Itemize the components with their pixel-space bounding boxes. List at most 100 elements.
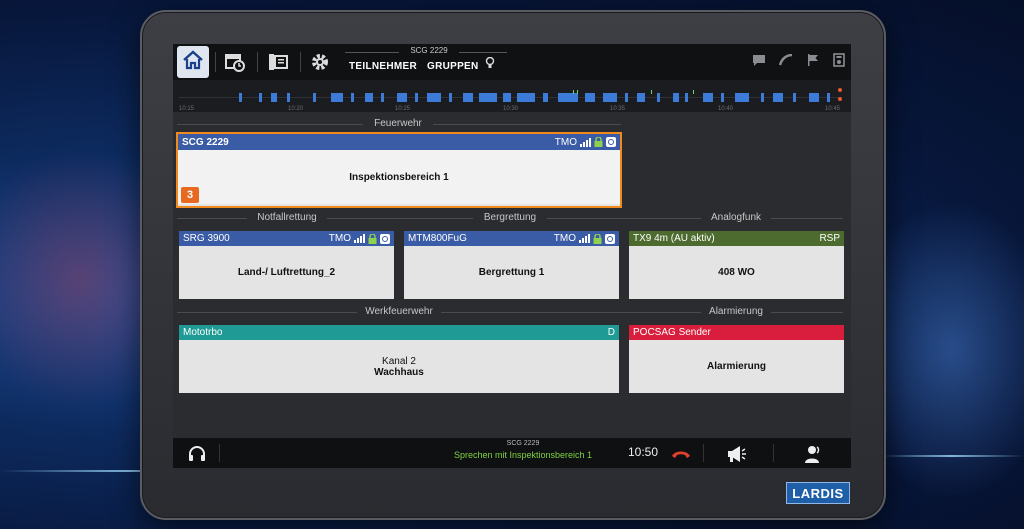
timeline-label: 10:25 (395, 106, 411, 112)
timeline-event (449, 93, 452, 102)
section-label-bergrettung: Bergrettung (473, 212, 547, 223)
timeline-label: 10:35 (610, 106, 626, 112)
timeline-event (239, 93, 242, 102)
timeline-label: 10:40 (718, 106, 734, 112)
timeline-event (558, 93, 578, 102)
card-title: SRG 3900 (183, 233, 230, 244)
person-speaking-icon[interactable] (801, 442, 825, 466)
message-icon[interactable] (753, 53, 765, 71)
timeline-label: 10:30 (503, 106, 519, 112)
call-time: 10:50 (628, 445, 659, 459)
timeline-event (827, 93, 830, 102)
background-streak (880, 455, 1024, 457)
timeline-event (761, 93, 764, 102)
timeline-marker (577, 90, 578, 94)
screen: SCG 2229 TEILNEHMER GRUPPEN 10:15 10:20 … (173, 44, 851, 468)
separator (300, 52, 301, 72)
settings-icon[interactable] (606, 137, 616, 147)
tab-teilnehmer[interactable]: TEILNEHMER (349, 61, 417, 72)
timeline-event (637, 93, 645, 102)
timeline-marker (651, 90, 652, 94)
phone-icon[interactable] (778, 53, 793, 71)
card-body: Land-/ Luftrettung_2 (179, 246, 394, 299)
hangup-icon[interactable] (669, 442, 693, 466)
contacts-icon[interactable] (266, 50, 290, 74)
card-title: MTM800FuG (408, 233, 467, 244)
lock-icon (593, 232, 602, 244)
timeline-event (351, 93, 354, 102)
timeline-event (365, 93, 373, 102)
card-srg-3900[interactable]: SRG 3900 TMO Land-/ Luftrettung_2 (179, 231, 394, 299)
timeline-label: 10:45 (825, 106, 841, 112)
timeline[interactable]: 10:15 10:20 10:25 10:30 10:35 10:40 10:4… (173, 80, 851, 112)
timeline-event (721, 93, 724, 102)
timeline-marker (573, 90, 574, 94)
timeline-event (287, 93, 290, 102)
card-mototrbo[interactable]: Mototrbo D Kanal 2 Wachhaus (179, 325, 619, 393)
timeline-event (503, 93, 511, 102)
timeline-event (381, 93, 384, 102)
section-label-analogfunk: Analogfunk (701, 212, 771, 223)
timeline-event (313, 93, 316, 102)
flag-icon[interactable] (807, 53, 819, 71)
card-header: Mototrbo D (179, 325, 619, 340)
card-tx9[interactable]: TX9 4m (AU aktiv) RSP 408 WO (629, 231, 844, 299)
card-header: POCSAG Sender (629, 325, 844, 340)
timeline-event (603, 93, 617, 102)
card-channel: Land-/ Luftrettung_2 (237, 267, 336, 278)
card-body: Bergrettung 1 (404, 246, 619, 299)
section-label-alarmierung: Alarmierung (701, 306, 771, 317)
timeline-event (331, 93, 343, 102)
timeline-event (657, 93, 660, 102)
timeline-event (259, 93, 262, 102)
timeline-event (585, 93, 595, 102)
timeline-label: 10:20 (288, 106, 304, 112)
lardis-logo: LARDIS (786, 482, 850, 504)
settings-icon[interactable] (605, 233, 615, 244)
separator (219, 444, 220, 462)
card-channel: Inspektionsbereich 1 (349, 171, 449, 183)
card-mtm800fug[interactable]: MTM800FuG TMO Bergrettung 1 (404, 231, 619, 299)
tab-gruppen[interactable]: GRUPPEN (427, 61, 479, 72)
group-title: SCG 2229 (399, 46, 459, 55)
calendar-clock-icon[interactable] (223, 50, 247, 74)
megaphone-icon[interactable] (724, 442, 748, 466)
card-header: TX9 4m (AU aktiv) RSP (629, 231, 844, 246)
signal-icon (579, 234, 590, 243)
signal-icon (354, 234, 365, 243)
card-header: MTM800FuG TMO (404, 231, 619, 246)
headset-icon[interactable] (185, 442, 209, 466)
network-type: D (607, 327, 615, 338)
separator (257, 52, 258, 72)
card-header: SCG 2229 TMO (178, 134, 620, 150)
card-body: 408 WO (629, 246, 844, 299)
card-title: Mototrbo (183, 327, 223, 338)
card-status: TMO (329, 232, 390, 244)
card-status: TMO (554, 232, 615, 244)
device-icon[interactable] (833, 52, 845, 72)
count-badge: 3 (181, 187, 199, 203)
lock-icon (368, 232, 377, 244)
section-label-feuerwehr: Feuerwehr (363, 118, 433, 129)
card-channel: Bergrettung 1 (478, 267, 545, 278)
timeline-event (397, 93, 407, 102)
bottom-bar: SCG 2229 Sprechen mit Inspektionsbereich… (173, 438, 851, 468)
separator (773, 444, 774, 462)
card-body: Kanal 2 Wachhaus (179, 340, 619, 393)
network-type: TMO (554, 136, 577, 148)
timeline-event (703, 93, 713, 102)
gear-icon[interactable] (308, 50, 332, 74)
home-button[interactable] (177, 46, 209, 78)
card-title: TX9 4m (AU aktiv) (633, 233, 715, 244)
top-bar: SCG 2229 TEILNEHMER GRUPPEN (173, 44, 851, 80)
bulb-icon[interactable] (483, 56, 497, 70)
timeline-event (673, 93, 679, 102)
card-scg-2229[interactable]: SCG 2229 TMO Inspektionsbereich 1 3 (176, 132, 622, 208)
settings-icon[interactable] (380, 233, 390, 244)
card-channel: 408 WO (718, 267, 755, 278)
timeline-event (685, 93, 688, 102)
timeline-event (271, 93, 277, 102)
card-pocsag[interactable]: POCSAG Sender Alarmierung (629, 325, 844, 393)
card-body: Inspektionsbereich 1 (178, 150, 620, 204)
timeline-event (415, 93, 418, 102)
